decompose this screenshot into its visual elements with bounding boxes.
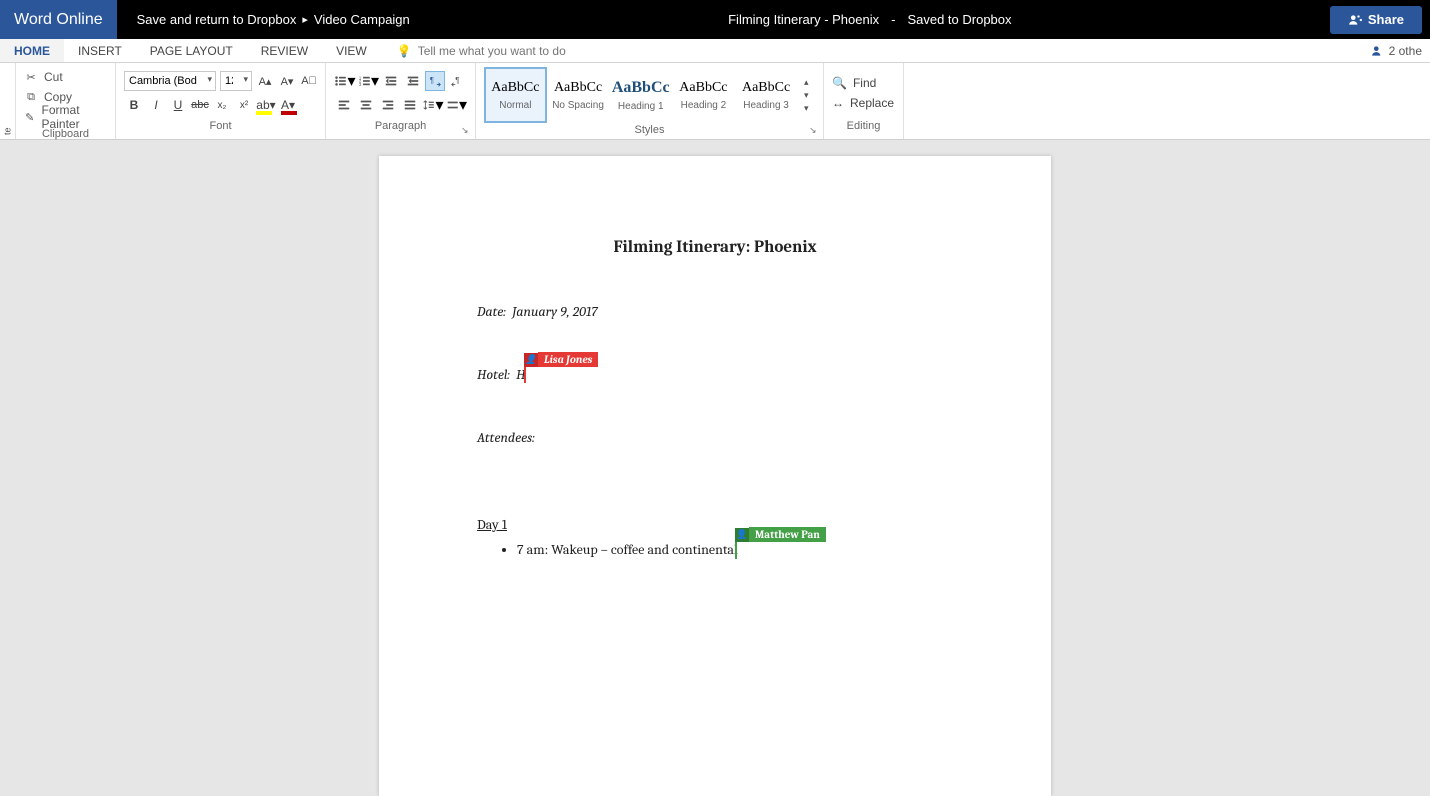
- other-editors-label: 2 othe: [1389, 44, 1422, 58]
- style-tile-heading-2[interactable]: AaBbCc Heading 2: [672, 67, 735, 123]
- font-size-select[interactable]: [220, 71, 252, 91]
- style-sample: AaBbCc: [742, 80, 790, 96]
- style-tile-heading-1[interactable]: AaBbCc Heading 1: [609, 67, 672, 123]
- breadcrumb: Save and return to Dropbox ▸ Video Campa…: [117, 12, 410, 27]
- date-line[interactable]: Date: January 9, 2017: [477, 303, 953, 320]
- style-name-label: Heading 2: [681, 100, 727, 111]
- style-sample: AaBbCc: [491, 80, 539, 96]
- paintbrush-icon: ✎: [24, 110, 36, 124]
- line-spacing-button[interactable]: ▾: [422, 95, 444, 115]
- cut-button[interactable]: ✂Cut: [24, 67, 107, 87]
- align-center-button[interactable]: [356, 95, 376, 115]
- paragraph-group-label: Paragraph: [334, 119, 467, 137]
- people-icon: [1371, 44, 1385, 58]
- day1-heading[interactable]: Day 1: [477, 516, 953, 533]
- scissors-icon: ✂: [24, 70, 38, 84]
- person-icon: 👤: [524, 353, 538, 367]
- folder-link[interactable]: Video Campaign: [314, 12, 410, 27]
- save-status: Saved to Dropbox: [907, 12, 1011, 27]
- collaborator-tag-lisa: 👤 Lisa Jones: [524, 352, 598, 367]
- clipboard-group-label: Clipboard: [24, 127, 107, 141]
- ltr-text-direction-button[interactable]: ¶: [425, 71, 445, 91]
- schedule-bullet-1[interactable]: 7 am: Wakeup – coffee and continental 👤 …: [517, 541, 953, 558]
- collaborator-tag-matthew: 👤 Matthew Pan: [735, 527, 826, 542]
- style-name-label: Heading 1: [618, 101, 664, 112]
- underline-button[interactable]: U: [168, 95, 188, 115]
- font-family-select[interactable]: [124, 71, 216, 91]
- copy-icon: ⧉: [24, 90, 38, 104]
- attendees-line[interactable]: Attendees:: [477, 429, 953, 446]
- paragraph-dialog-launcher[interactable]: ↘: [461, 125, 473, 137]
- replace-button[interactable]: ↔ Replace: [832, 96, 895, 110]
- document-name[interactable]: Filming Itinerary - Phoenix: [728, 12, 879, 27]
- replace-icon: ↔: [832, 96, 844, 110]
- style-sample: AaBbCc: [679, 80, 727, 96]
- style-name-label: No Spacing: [552, 100, 604, 111]
- strikethrough-button[interactable]: abc: [190, 95, 210, 115]
- clear-formatting-button[interactable]: A⃠: [300, 71, 318, 91]
- numbering-button[interactable]: 123▾: [358, 71, 380, 91]
- tab-page-layout[interactable]: PAGE LAYOUT: [136, 39, 247, 62]
- justify-button[interactable]: [400, 95, 420, 115]
- italic-button[interactable]: I: [146, 95, 166, 115]
- page[interactable]: Filming Itinerary: Phoenix Date: January…: [379, 156, 1051, 796]
- align-left-button[interactable]: [334, 95, 354, 115]
- style-sample: AaBbCc: [612, 79, 670, 97]
- style-name-label: Heading 3: [743, 100, 789, 111]
- collaborator-caret-red: [524, 365, 526, 383]
- search-icon: 🔍: [832, 76, 847, 90]
- style-tile-no-spacing[interactable]: AaBbCc No Spacing: [547, 67, 610, 123]
- style-tile-normal[interactable]: AaBbCc Normal: [484, 67, 547, 123]
- shrink-font-button[interactable]: A▾: [278, 71, 296, 91]
- align-right-button[interactable]: [378, 95, 398, 115]
- svg-text:¶: ¶: [455, 76, 459, 85]
- format-painter-button[interactable]: ✎Format Painter: [24, 107, 107, 127]
- hotel-line[interactable]: Hotel: H 👤 Lisa Jones: [477, 366, 953, 383]
- style-tile-heading-3[interactable]: AaBbCc Heading 3: [735, 67, 798, 123]
- grow-font-button[interactable]: A▴: [256, 71, 274, 91]
- app-name[interactable]: Word Online: [0, 0, 117, 39]
- tab-home[interactable]: HOME: [0, 39, 64, 62]
- styles-dialog-launcher[interactable]: ↘: [809, 125, 821, 137]
- person-icon: 👤: [735, 528, 749, 542]
- bullets-button[interactable]: ▾: [334, 71, 356, 91]
- subscript-button[interactable]: x₂: [212, 95, 232, 115]
- document-title[interactable]: Filming Itinerary: Phoenix: [477, 238, 953, 257]
- style-name-label: Normal: [499, 100, 531, 111]
- svg-text:3: 3: [358, 82, 361, 87]
- tell-me-input[interactable]: [418, 44, 618, 58]
- style-sample: AaBbCc: [554, 80, 602, 96]
- chevron-right-icon: ▸: [302, 13, 308, 26]
- separator-dash: -: [891, 12, 895, 27]
- tab-review[interactable]: REVIEW: [247, 39, 322, 62]
- svg-text:¶: ¶: [430, 76, 434, 85]
- font-group-label: Font: [124, 119, 317, 137]
- paste-button[interactable]: te: [2, 67, 13, 135]
- save-return-link[interactable]: Save and return to Dropbox: [137, 12, 297, 27]
- collaborator-caret-green: [735, 541, 737, 559]
- rtl-text-direction-button[interactable]: ¶: [447, 71, 467, 91]
- font-color-button[interactable]: A▾: [278, 95, 298, 115]
- share-person-icon: [1348, 13, 1362, 27]
- highlight-color-button[interactable]: ab▾: [256, 95, 276, 115]
- tab-insert[interactable]: INSERT: [64, 39, 136, 62]
- bold-button[interactable]: B: [124, 95, 144, 115]
- ribbon-tabs: HOME INSERT PAGE LAYOUT REVIEW VIEW 💡 2 …: [0, 39, 1430, 63]
- share-button[interactable]: Share: [1330, 6, 1422, 34]
- title-bar: Word Online Save and return to Dropbox ▸…: [0, 0, 1430, 39]
- styles-group-label: Styles: [484, 123, 815, 137]
- editing-group-label: Editing: [832, 119, 895, 137]
- styles-gallery-more[interactable]: ▴▾▾: [797, 77, 815, 114]
- document-canvas[interactable]: Filming Itinerary: Phoenix Date: January…: [0, 140, 1430, 796]
- paragraph-spacing-button[interactable]: ▾: [446, 95, 468, 115]
- share-button-label: Share: [1368, 12, 1404, 27]
- other-editors-indicator[interactable]: 2 othe: [1371, 39, 1430, 62]
- decrease-indent-button[interactable]: [381, 71, 401, 91]
- increase-indent-button[interactable]: [403, 71, 423, 91]
- find-button[interactable]: 🔍 Find: [832, 76, 895, 90]
- tab-view[interactable]: VIEW: [322, 39, 381, 62]
- ribbon: te ✂Cut ⧉Copy ✎Format Painter Clipboard …: [0, 63, 1430, 140]
- lightbulb-icon: 💡: [397, 44, 412, 58]
- superscript-button[interactable]: x²: [234, 95, 254, 115]
